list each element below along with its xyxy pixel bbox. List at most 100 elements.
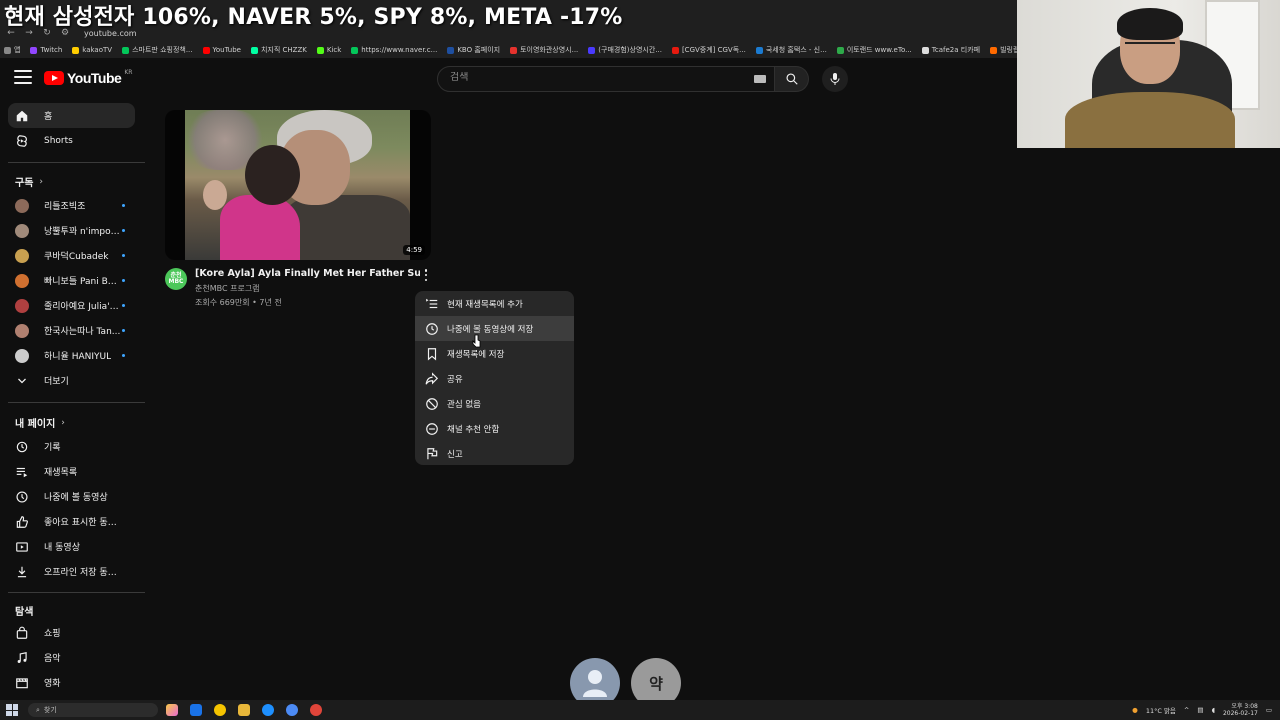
bookmark-item[interactable]: kakaoTV (72, 46, 112, 54)
search-button[interactable] (775, 66, 809, 92)
sidebar-item-playlists[interactable]: 재생목록 (8, 459, 135, 484)
bookmark-item[interactable]: 치지직 CHZZK (250, 45, 307, 55)
sidebar-item-history[interactable]: 기록 (8, 434, 135, 459)
menu-item[interactable]: 재생목록에 저장 (415, 341, 574, 366)
file-explorer-icon[interactable] (238, 704, 250, 716)
sidebar-subscription-item[interactable]: 리틀조빅조 (8, 193, 135, 218)
more-actions-icon[interactable] (420, 268, 432, 282)
channel-name[interactable]: 춘천MBC 프로그램 (195, 283, 260, 294)
menu-item[interactable]: 신고 (415, 441, 574, 466)
bookmark-item[interactable]: Kick (316, 46, 341, 54)
video-thumbnail[interactable]: 4:59 (165, 110, 431, 260)
bookmark-item[interactable]: YouTube (202, 46, 241, 54)
sidebar-subscription-item[interactable]: 낭뿔투꽈 n'import... (8, 218, 135, 243)
sidebar-item-home[interactable]: 홈 (8, 103, 135, 128)
app-icon[interactable] (214, 704, 226, 716)
logo-region: KR (124, 68, 133, 76)
video-title[interactable]: [Kore Ayla] Ayla Finally Met Her Father … (195, 268, 420, 279)
subscriptions-heading[interactable]: 구독 › (15, 174, 43, 190)
bookmark-label: 치지직 CHZZK (260, 46, 307, 54)
bookmark-item[interactable]: Twitch (30, 46, 62, 54)
menu-icon[interactable] (14, 70, 32, 84)
sidebar-item-liked[interactable]: 좋아요 표시한 동영상 (8, 509, 135, 534)
sidebar-item-label: 재생목록 (44, 468, 78, 478)
windows-start-icon[interactable] (6, 704, 18, 716)
menu-item[interactable]: 공유 (415, 366, 574, 391)
sidebar-subscription-item[interactable]: 쿠바덕Cubadek (8, 243, 135, 268)
menu-item[interactable]: 나중에 볼 동영상에 저장 (415, 316, 574, 341)
site-info-icon[interactable]: ⚙ (60, 28, 70, 38)
sidebar-divider (8, 162, 145, 163)
sidebar-item-watch-later[interactable]: 나중에 볼 동영상 (8, 484, 135, 509)
sidebar-item-label: 오프라인 저장 동영상 (44, 568, 122, 578)
video-context-menu: 현재 재생목록에 추가 나중에 볼 동영상에 저장 재생목록에 저장 공유 관심 없음채… (415, 291, 574, 465)
bookmark-favicon-icon (447, 46, 455, 54)
menu-item-label: 채널 추천 안함 (447, 424, 500, 435)
address-bar[interactable]: ← → ↻ ⚙ youtube.com (0, 26, 137, 40)
reload-icon[interactable]: ↻ (42, 28, 52, 38)
guide-sidebar: 홈 Shorts 구독 › 리틀조빅조 낭뿔투꽈 n'import... 쿠바덕Cu… (0, 100, 145, 700)
volume-icon[interactable]: ◖ (1212, 706, 1215, 714)
menu-item-label: 신고 (447, 449, 463, 460)
channel-avatar[interactable]: 춘천 MBC (165, 268, 187, 290)
forward-icon[interactable]: → (24, 28, 34, 38)
sidebar-item-movies[interactable]: 영화 (8, 670, 135, 695)
back-icon[interactable]: ← (6, 28, 16, 38)
search-input[interactable] (450, 72, 740, 83)
bookmark-item[interactable]: 빌링랩 (990, 45, 1019, 55)
copilot-icon[interactable] (166, 704, 178, 716)
bookmark-favicon-icon (671, 46, 679, 54)
notification-icon[interactable]: ▭ (1266, 706, 1272, 714)
bookmark-item[interactable]: KBO 홈페이지 (447, 45, 500, 55)
weather-text[interactable]: 11°C 맑음 (1146, 705, 1176, 715)
sidebar-subscription-item[interactable]: 빠니보틀 Pani Bottle (8, 268, 135, 293)
bookmark-item[interactable]: https://www.naver.c... (351, 46, 437, 54)
bookmark-item[interactable]: [CGV중계] CGV독... (671, 45, 746, 55)
url-text[interactable]: youtube.com (84, 29, 137, 38)
bookmark-item[interactable]: 토이영화관상영시... (510, 45, 578, 55)
channel-avatar (15, 248, 29, 263)
sidebar-item-downloads[interactable]: 오프라인 저장 동영상 (8, 559, 135, 584)
bookmark-item[interactable]: 스마트판 쇼핑정책... (122, 45, 193, 55)
bookmark-favicon-icon (250, 46, 258, 54)
bookmark-item[interactable]: 이토랜드 www.eTo... (836, 45, 912, 55)
sidebar-item-label: 음악 (44, 654, 61, 664)
sidebar-subscription-item[interactable]: 하니율 HANIYUL (8, 343, 135, 368)
taskbar-search[interactable]: ⌕ 찾기 (28, 703, 158, 717)
tray-overflow-icon[interactable]: ^ (1184, 706, 1189, 714)
menu-item[interactable]: 현재 재생목록에 추가 (415, 291, 574, 316)
edge-icon[interactable] (262, 704, 274, 716)
youtube-logo[interactable]: YouTube KR (44, 68, 133, 86)
sidebar-subscription-item[interactable]: 줄리아예요 Julia's... (8, 293, 135, 318)
sidebar-item-shopping[interactable]: 쇼핑 (8, 620, 135, 645)
app-icon[interactable] (190, 704, 202, 716)
thumbnail-image (185, 110, 410, 260)
chrome-icon[interactable] (286, 704, 298, 716)
you-heading[interactable]: 내 페이지 › (15, 415, 65, 431)
app-icon[interactable] (310, 704, 322, 716)
bookmark-item[interactable]: Tcafe2a 티카페 (921, 45, 980, 55)
menu-item[interactable]: 채널 추천 안함 (415, 416, 574, 441)
menu-item[interactable]: 관심 없음 (415, 391, 574, 416)
sidebar-item-music[interactable]: 음악 (8, 645, 135, 670)
bookmark-favicon-icon (316, 46, 324, 54)
bookmark-favicon-icon (4, 46, 11, 54)
webcam-overlay (1017, 0, 1280, 148)
sidebar-item-shorts[interactable]: Shorts (8, 128, 135, 153)
taskbar-search-label: 찾기 (43, 706, 57, 714)
system-tray: ● 11°C 맑음 ^ ▤ ◖ 오후 3:08 2026-02-17 ▭ (1132, 703, 1272, 717)
bookmark-item[interactable]: 앱 (4, 45, 20, 55)
sidebar-item-label: 나중에 볼 동영상 (44, 493, 108, 503)
sidebar-more-button[interactable]: 더보기 (8, 368, 135, 393)
voice-search-button[interactable] (822, 66, 848, 92)
search-box[interactable] (437, 66, 775, 92)
sidebar-item-your-videos[interactable]: 내 동영상 (8, 534, 135, 559)
bookmark-item[interactable]: 국세청 홈택스 - 신... (755, 45, 827, 55)
clock[interactable]: 오후 3:08 2026-02-17 (1223, 703, 1258, 717)
channel-avatar (15, 198, 29, 213)
network-icon[interactable]: ▤ (1197, 706, 1203, 714)
keyboard-icon[interactable] (754, 75, 766, 83)
sidebar-item-label: 빠니보틀 Pani Bottle (44, 277, 122, 287)
bookmark-item[interactable]: (구매경험)상영시간... (588, 45, 662, 55)
sidebar-subscription-item[interactable]: 한국사는따나 Tan... (8, 318, 135, 343)
